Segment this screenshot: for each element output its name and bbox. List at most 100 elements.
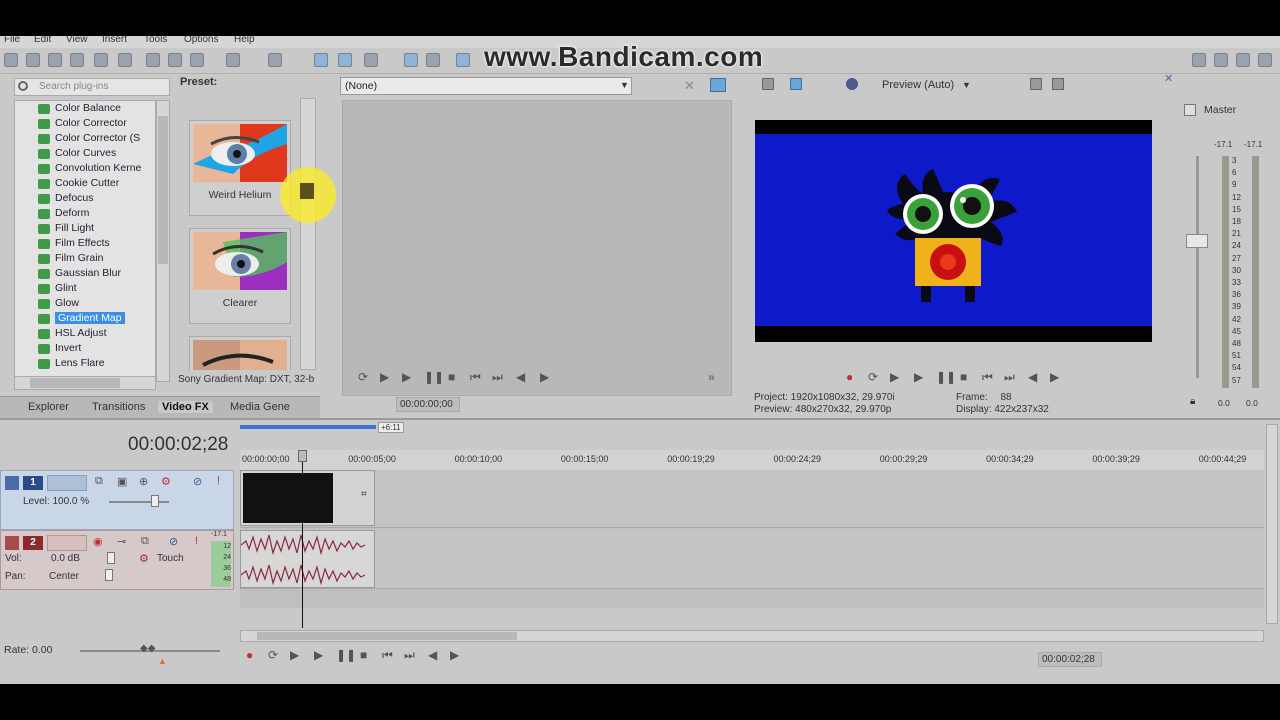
- play-icon[interactable]: ▶: [914, 370, 923, 384]
- previous-frame-icon[interactable]: ◀: [1028, 370, 1037, 384]
- preview-quality-icon[interactable]: [846, 78, 858, 90]
- loop-icon[interactable]: ⟳: [268, 648, 278, 662]
- previous-frame-icon[interactable]: ◀: [428, 648, 437, 662]
- automation-gear-icon[interactable]: ⚙: [139, 552, 149, 565]
- save-as-icon[interactable]: [70, 53, 84, 67]
- plugin-item[interactable]: Defocus: [38, 191, 94, 206]
- solo-icon[interactable]: !: [217, 475, 220, 487]
- loop-region-bar[interactable]: [240, 425, 376, 429]
- tab-media-generators[interactable]: Media Gene: [230, 401, 290, 413]
- cut-icon[interactable]: [146, 53, 160, 67]
- crop-icon[interactable]: ⌗: [361, 489, 367, 500]
- timeline-hscroll-thumb[interactable]: [257, 632, 517, 640]
- automation-mode-label[interactable]: Touch: [157, 553, 184, 564]
- go-to-end-icon[interactable]: ⏭: [404, 648, 415, 663]
- menu-view[interactable]: View: [66, 36, 88, 45]
- next-frame-icon[interactable]: ▶: [540, 370, 549, 384]
- timeline-hscroll[interactable]: [240, 630, 1264, 642]
- invert-phase-icon[interactable]: ⊸: [117, 535, 126, 548]
- menu-options[interactable]: Options: [184, 36, 218, 45]
- plugin-item[interactable]: Gradient Map: [38, 311, 125, 326]
- track-expand-icon[interactable]: [5, 536, 19, 550]
- fx-preset-dropdown[interactable]: (None): [340, 77, 632, 95]
- track-expand-icon[interactable]: [5, 476, 19, 490]
- video-track-header[interactable]: 1 ⧉ ▣ ⊕ ⚙ ⊘ ! Level: 100.0 %: [0, 470, 234, 530]
- stop-icon[interactable]: ■: [360, 648, 367, 662]
- mute-icon[interactable]: ⊘: [169, 535, 178, 548]
- next-frame-icon[interactable]: ▶: [450, 648, 459, 662]
- search-plugins-input[interactable]: Search plug-ins: [14, 78, 170, 96]
- ripple-edit-icon[interactable]: [456, 53, 470, 67]
- preset-weird-helium[interactable]: Weird Helium: [189, 120, 291, 216]
- plugin-item[interactable]: Deform: [38, 206, 89, 221]
- chevron-down-icon[interactable]: ▼: [962, 80, 971, 90]
- new-icon[interactable]: [4, 53, 18, 67]
- video-clip[interactable]: ⌗: [240, 470, 375, 526]
- track-motion-icon[interactable]: ⧉: [95, 475, 103, 488]
- track-fx-icon[interactable]: ▣: [117, 475, 127, 488]
- audio-track-lane[interactable]: [240, 529, 1264, 589]
- tab-transitions[interactable]: Transitions: [92, 401, 145, 413]
- auto-crossfade-icon[interactable]: [426, 53, 440, 67]
- go-to-end-icon[interactable]: ⏭: [1004, 370, 1015, 385]
- plugin-item[interactable]: Lens Flare: [38, 356, 105, 371]
- level-slider-handle[interactable]: [151, 495, 159, 507]
- render-icon[interactable]: [94, 53, 108, 67]
- menu-help[interactable]: Help: [234, 36, 255, 45]
- save-snapshot-icon[interactable]: [1052, 78, 1064, 90]
- go-to-end-icon[interactable]: ⏭: [492, 370, 503, 385]
- loop-icon[interactable]: ⟳: [358, 370, 368, 384]
- play-icon[interactable]: ▶: [402, 370, 411, 384]
- menu-insert[interactable]: Insert: [102, 36, 127, 45]
- solo-icon[interactable]: !: [195, 535, 198, 547]
- preview-on-external-monitor-icon[interactable]: [790, 78, 802, 90]
- preset-third[interactable]: [189, 336, 291, 370]
- plugin-item[interactable]: HSL Adjust: [38, 326, 107, 341]
- snap-icon[interactable]: [404, 53, 418, 67]
- track-name-field[interactable]: [47, 475, 87, 491]
- selection-tool-icon[interactable]: [364, 53, 378, 67]
- paste-icon[interactable]: [190, 53, 204, 67]
- loop-icon[interactable]: ⟳: [868, 370, 878, 384]
- timeline-vscroll[interactable]: [1266, 424, 1278, 624]
- track-name-field[interactable]: [47, 535, 87, 551]
- plugin-item[interactable]: Glint: [38, 281, 77, 296]
- gear-icon[interactable]: ⚙: [161, 475, 171, 488]
- lock-icon[interactable]: 🔒︎: [1190, 396, 1195, 407]
- preview-quality-dropdown[interactable]: Preview (Auto): [882, 79, 954, 91]
- previous-frame-icon[interactable]: ◀: [516, 370, 525, 384]
- arm-record-icon[interactable]: ◉: [93, 535, 103, 548]
- expand-icon[interactable]: »: [708, 370, 715, 384]
- plugin-tree[interactable]: Color Balance Color Corrector Color Correc…: [14, 100, 156, 382]
- whats-this-icon[interactable]: [1258, 53, 1272, 67]
- lock-envelopes-icon[interactable]: [1192, 53, 1206, 67]
- ignore-grouping-icon[interactable]: [1214, 53, 1228, 67]
- plugin-item[interactable]: Color Curves: [38, 146, 116, 161]
- plugin-tree-vscroll-thumb[interactable]: [158, 116, 168, 264]
- copy-icon[interactable]: [168, 53, 182, 67]
- save-icon[interactable]: [48, 53, 62, 67]
- playhead-handle[interactable]: [298, 450, 307, 462]
- stop-icon[interactable]: ■: [448, 370, 455, 384]
- menu-edit[interactable]: Edit: [34, 36, 51, 45]
- record-icon[interactable]: ●: [246, 648, 253, 662]
- play-from-start-icon[interactable]: ▶: [380, 370, 389, 384]
- plugin-item[interactable]: Film Effects: [38, 236, 110, 251]
- go-to-start-icon[interactable]: ⏮: [382, 648, 393, 663]
- plugin-item[interactable]: Cookie Cutter: [38, 176, 119, 191]
- close-icon[interactable]: ✕: [1164, 72, 1173, 85]
- open-icon[interactable]: [26, 53, 40, 67]
- pause-icon[interactable]: ❚❚: [336, 648, 356, 662]
- play-from-start-icon[interactable]: ▶: [890, 370, 899, 384]
- copy-snapshot-icon[interactable]: [1030, 78, 1042, 90]
- track-fx-icon[interactable]: ⧉: [141, 535, 149, 548]
- plugin-item[interactable]: Film Grain: [38, 251, 103, 266]
- plugin-tree-hscroll-thumb[interactable]: [30, 378, 120, 388]
- next-frame-icon[interactable]: ▶: [1050, 370, 1059, 384]
- menu-file[interactable]: File: [4, 36, 20, 45]
- record-icon[interactable]: ●: [846, 370, 853, 384]
- envelope-tool-icon[interactable]: [338, 53, 352, 67]
- chevron-down-icon[interactable]: ▼: [620, 80, 629, 90]
- video-output-fx-icon[interactable]: [762, 78, 774, 90]
- plugin-item[interactable]: Fill Light: [38, 221, 94, 236]
